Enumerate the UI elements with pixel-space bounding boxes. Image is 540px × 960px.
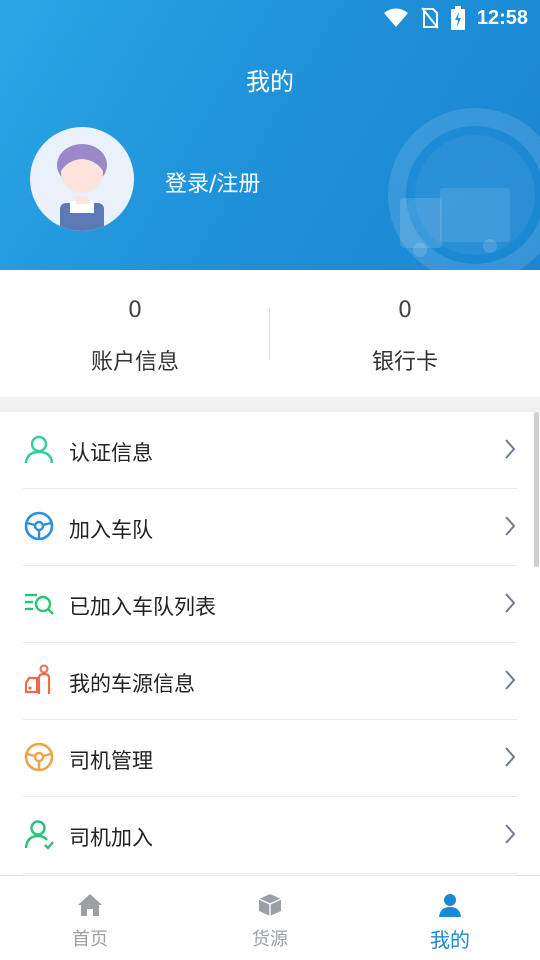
tab-home[interactable]: 首页 bbox=[0, 876, 180, 960]
chevron-right-icon bbox=[505, 824, 516, 844]
stat-value: 0 bbox=[398, 298, 412, 323]
wifi-icon bbox=[383, 8, 408, 27]
menu-item-join-fleet[interactable]: 加入车队 bbox=[23, 489, 517, 566]
person-add-icon bbox=[24, 820, 54, 850]
menu-item-label: 已加入车队列表 bbox=[69, 595, 216, 619]
scrollbar[interactable] bbox=[534, 412, 539, 567]
car-person-icon bbox=[24, 664, 51, 694]
chevron-right-icon bbox=[505, 593, 516, 613]
user-verify-icon bbox=[24, 435, 54, 464]
page-title: 我的 bbox=[246, 68, 294, 96]
stat-bank-card[interactable]: 0 银行卡 bbox=[270, 270, 540, 397]
bottom-tab-bar: 首页 货源 我的 bbox=[0, 875, 540, 960]
tab-label: 我的 bbox=[430, 928, 470, 952]
avatar[interactable] bbox=[30, 127, 134, 231]
menu-item-driver-join[interactable]: 司机加入 bbox=[23, 797, 517, 874]
steering-wheel-icon bbox=[24, 742, 54, 772]
status-time: 12:58 bbox=[476, 6, 528, 29]
menu-item-label: 认证信息 bbox=[69, 441, 153, 465]
status-bar: 12:58 bbox=[0, 0, 540, 36]
no-sim-icon bbox=[421, 7, 439, 29]
package-icon bbox=[258, 894, 282, 916]
chevron-right-icon bbox=[505, 439, 516, 459]
chevron-right-icon bbox=[505, 747, 516, 767]
stat-account-info[interactable]: 0 账户信息 bbox=[0, 270, 270, 397]
menu-item-label: 司机加入 bbox=[69, 826, 153, 850]
menu-item-driver-management[interactable]: 司机管理 bbox=[23, 720, 517, 797]
menu-item-label: 司机管理 bbox=[69, 749, 153, 773]
account-stats: 0 账户信息 0 银行卡 bbox=[0, 270, 540, 397]
menu-item-verification[interactable]: 认证信息 bbox=[23, 412, 517, 489]
tab-mine[interactable]: 我的 bbox=[360, 876, 540, 960]
tab-label: 首页 bbox=[72, 929, 108, 950]
chevron-right-icon bbox=[505, 670, 516, 690]
menu-item-joined-fleets[interactable]: 已加入车队列表 bbox=[23, 566, 517, 643]
steering-wheel-icon bbox=[24, 511, 54, 541]
login-register-link[interactable]: 登录/注册 bbox=[165, 166, 260, 198]
profile-header: 12:58 我的 登录/注册 bbox=[0, 0, 540, 270]
menu-item-my-vehicles[interactable]: 我的车源信息 bbox=[23, 643, 517, 720]
list-search-icon bbox=[25, 593, 54, 615]
tab-label: 货源 bbox=[252, 929, 288, 950]
profile-icon bbox=[439, 894, 461, 917]
stat-label: 账户信息 bbox=[90, 350, 179, 375]
avatar-person-icon bbox=[57, 144, 107, 231]
stat-value: 0 bbox=[128, 298, 142, 323]
menu-item-label: 我的车源信息 bbox=[69, 672, 195, 696]
home-icon bbox=[78, 894, 102, 916]
section-gap bbox=[0, 397, 540, 412]
truck-decoration-icon bbox=[388, 108, 540, 270]
tab-cargo[interactable]: 货源 bbox=[180, 876, 360, 960]
menu-list: 认证信息 加入车队 已加入车队列表 我的车源信息 司机管理 司机加入 bbox=[0, 412, 540, 874]
stat-label: 银行卡 bbox=[371, 350, 438, 375]
battery-charging-icon bbox=[450, 6, 465, 30]
menu-item-label: 加入车队 bbox=[69, 518, 153, 542]
chevron-right-icon bbox=[505, 516, 516, 536]
